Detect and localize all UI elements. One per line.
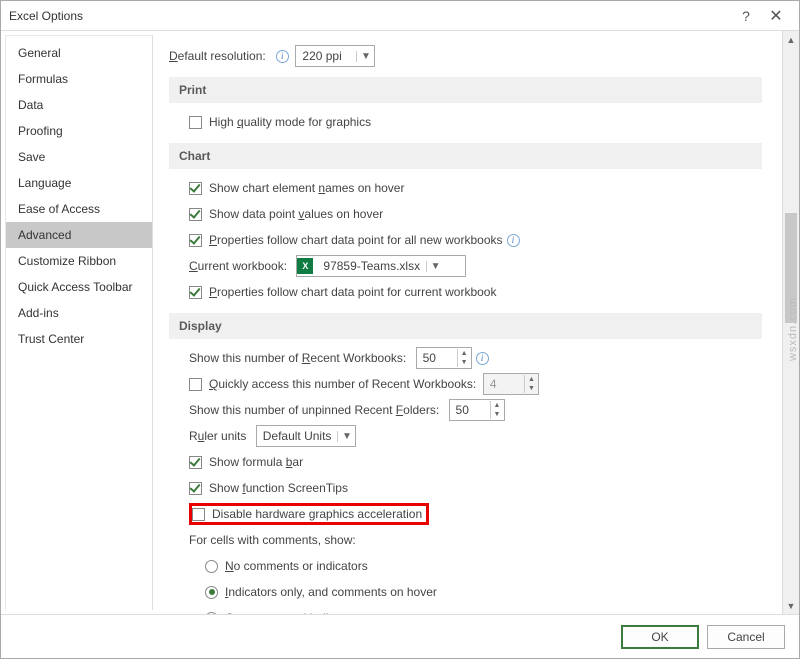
sidebar-item-data[interactable]: Data <box>6 92 152 118</box>
chevron-down-icon: ▼ <box>426 261 444 272</box>
ruler-units-dropdown[interactable]: Default Units ▼ <box>256 425 357 447</box>
sidebar-item-trust-center[interactable]: Trust Center <box>6 326 152 352</box>
section-print: Print <box>169 77 762 103</box>
close-button[interactable]: ✕ <box>761 6 791 26</box>
comments-none-radio[interactable] <box>205 560 218 573</box>
properties-all-checkbox[interactable] <box>189 234 202 247</box>
current-workbook-dropdown[interactable]: 97859-Teams.xlsx ▼ <box>296 255 466 277</box>
current-workbook-label: Current workbook: <box>189 259 287 273</box>
sidebar: General Formulas Data Proofing Save Lang… <box>5 35 153 610</box>
watermark: wsxdn.com <box>787 296 799 360</box>
show-data-point-label: Show data point values on hover <box>209 207 383 221</box>
default-resolution-row: Default resolution: 220 ppi ▼ <box>169 45 762 67</box>
disable-hw-checkbox[interactable] <box>192 508 205 521</box>
sidebar-item-add-ins[interactable]: Add-ins <box>6 300 152 326</box>
sidebar-item-language[interactable]: Language <box>6 170 152 196</box>
ok-button[interactable]: OK <box>621 625 699 649</box>
section-chart: Chart <box>169 143 762 169</box>
ruler-units-label: Ruler units <box>189 429 246 443</box>
comments-indicators-radio[interactable] <box>205 586 218 599</box>
unpinned-folders-spinner[interactable]: 50 ▲▼ <box>449 399 505 421</box>
sidebar-item-advanced[interactable]: Advanced <box>6 222 152 248</box>
sidebar-item-formulas[interactable]: Formulas <box>6 66 152 92</box>
info-icon[interactable] <box>476 352 489 365</box>
function-tips-checkbox[interactable] <box>189 482 202 495</box>
formula-bar-label: Show formula bar <box>209 455 303 469</box>
comments-none-label: No comments or indicators <box>225 559 368 573</box>
sidebar-item-quick-access-toolbar[interactable]: Quick Access Toolbar <box>6 274 152 300</box>
spin-up-icon: ▲ <box>458 349 471 358</box>
excel-icon <box>297 258 313 274</box>
scroll-down-icon[interactable]: ▼ <box>783 597 799 614</box>
comments-heading: For cells with comments, show: <box>189 533 356 547</box>
highlight-box: Disable hardware graphics acceleration <box>189 503 429 525</box>
comments-both-radio[interactable] <box>205 612 218 615</box>
info-icon[interactable] <box>507 234 520 247</box>
high-quality-label: High quality mode for graphics <box>209 115 371 129</box>
spin-down-icon: ▼ <box>458 358 471 367</box>
cancel-button[interactable]: Cancel <box>707 625 785 649</box>
sidebar-item-proofing[interactable]: Proofing <box>6 118 152 144</box>
function-tips-label: Show function ScreenTips <box>209 481 348 495</box>
comments-indicators-label: Indicators only, and comments on hover <box>225 585 437 599</box>
scroll-up-icon[interactable]: ▲ <box>783 31 799 48</box>
properties-current-checkbox[interactable] <box>189 286 202 299</box>
sidebar-item-ease-of-access[interactable]: Ease of Access <box>6 196 152 222</box>
show-element-names-checkbox[interactable] <box>189 182 202 195</box>
content-panel: Default resolution: 220 ppi ▼ Print High… <box>153 31 782 614</box>
high-quality-checkbox[interactable] <box>189 116 202 129</box>
properties-all-label: Properties follow chart data point for a… <box>209 233 503 247</box>
titlebar: Excel Options ? ✕ <box>1 1 799 31</box>
section-display: Display <box>169 313 762 339</box>
body: General Formulas Data Proofing Save Lang… <box>1 31 799 614</box>
quick-access-spinner: 4 ▲▼ <box>483 373 539 395</box>
sidebar-item-save[interactable]: Save <box>6 144 152 170</box>
recent-workbooks-spinner[interactable]: 50 ▲▼ <box>416 347 472 369</box>
sidebar-item-customize-ribbon[interactable]: Customize Ribbon <box>6 248 152 274</box>
unpinned-folders-label: Show this number of unpinned Recent Fold… <box>189 403 439 417</box>
disable-hw-label: Disable hardware graphics acceleration <box>212 507 422 521</box>
sidebar-item-general[interactable]: General <box>6 40 152 66</box>
help-button[interactable]: ? <box>731 8 761 24</box>
excel-options-window: Excel Options ? ✕ General Formulas Data … <box>0 0 800 659</box>
chevron-down-icon: ▼ <box>356 51 374 62</box>
default-resolution-label: Default resolution: <box>169 49 266 63</box>
quick-access-label: Quickly access this number of Recent Wor… <box>209 377 476 391</box>
high-quality-row: High quality mode for graphics <box>169 111 762 133</box>
info-icon[interactable] <box>276 50 289 63</box>
properties-current-label: Properties follow chart data point for c… <box>209 285 496 299</box>
show-element-names-label: Show chart element names on hover <box>209 181 404 195</box>
default-resolution-dropdown[interactable]: 220 ppi ▼ <box>295 45 375 67</box>
footer: OK Cancel <box>1 614 799 658</box>
formula-bar-checkbox[interactable] <box>189 456 202 469</box>
quick-access-checkbox[interactable] <box>189 378 202 391</box>
chevron-down-icon: ▼ <box>337 431 355 442</box>
comments-both-label: Comments and indicators <box>225 611 361 614</box>
show-data-point-checkbox[interactable] <box>189 208 202 221</box>
recent-workbooks-label: Show this number of Recent Workbooks: <box>189 351 406 365</box>
window-title: Excel Options <box>9 9 731 23</box>
